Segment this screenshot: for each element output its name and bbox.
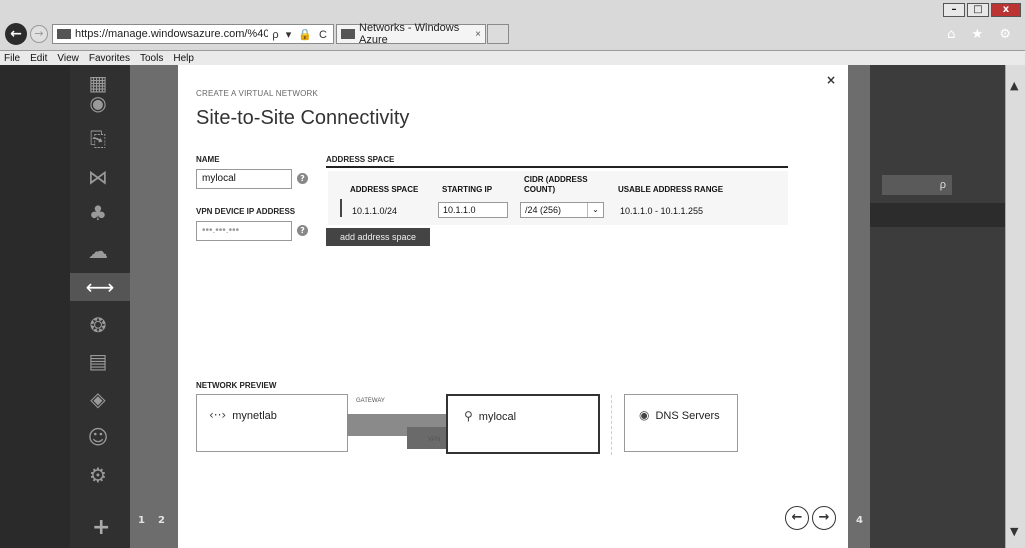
- scroll-down-icon[interactable]: ▼: [1010, 525, 1018, 538]
- cell-usable-range: 10.1.1.0 - 10.1.1.255: [620, 206, 704, 216]
- cloud-service-icon[interactable]: ◉: [84, 89, 112, 117]
- col-starting-ip: STARTING IP: [442, 185, 493, 194]
- address-space-table: ADDRESS SPACE STARTING IP CIDR (ADDRESS …: [328, 171, 788, 225]
- col-cidr: CIDR (ADDRESS COUNT): [524, 175, 588, 194]
- col-address-space: ADDRESS SPACE: [350, 185, 419, 194]
- portal-left-pane: [0, 65, 70, 548]
- row-marker: [340, 199, 342, 217]
- menu-favorites[interactable]: Favorites: [89, 53, 130, 64]
- networks-icon[interactable]: ⟷: [70, 273, 130, 301]
- next-arrow-icon[interactable]: →: [812, 506, 836, 530]
- step-1[interactable]: 1: [138, 515, 145, 526]
- window-controls: – □ x: [943, 3, 1021, 17]
- dialog-eyebrow: CREATE A VIRTUAL NETWORK: [196, 89, 319, 98]
- wizard-nav: ← →: [785, 506, 836, 530]
- maximize-button[interactable]: □: [967, 3, 989, 17]
- address-space-rule: [326, 166, 788, 168]
- add-address-space-button[interactable]: add address space: [326, 228, 430, 246]
- browser-toolbar-icons[interactable]: ⌂ ★ ⚙: [947, 27, 1017, 42]
- tab-title: Networks - Windows Azure: [359, 22, 460, 46]
- starting-ip-input[interactable]: 10.1.1.0: [438, 202, 508, 218]
- name-label: NAME: [196, 155, 220, 164]
- cidr-select[interactable]: /24 (256) ⌄: [520, 202, 604, 218]
- preview-dns-box: ◉ DNS Servers: [624, 394, 738, 452]
- browser-tab[interactable]: Networks - Windows Azure ×: [336, 22, 486, 46]
- back-button[interactable]: ←: [5, 23, 27, 45]
- portal-right-bar: [870, 203, 1005, 227]
- traffic-icon[interactable]: ❂: [84, 311, 112, 339]
- vpn-connector: [407, 427, 447, 449]
- network-icon: ‹··›: [209, 408, 227, 422]
- screen: – □ x ← → https://manage.windowsazure.co…: [0, 0, 1025, 548]
- close-window-button[interactable]: x: [991, 3, 1021, 17]
- wizard-steps-right: 4: [848, 65, 870, 548]
- menu-edit[interactable]: Edit: [30, 53, 47, 64]
- settings-icon[interactable]: ⚙: [84, 461, 112, 489]
- url-text: https://manage.windowsazure.com/%40micro…: [75, 28, 269, 40]
- preview-dns-name: DNS Servers: [655, 410, 720, 422]
- chevron-down-icon[interactable]: ⌄: [587, 203, 603, 217]
- forward-button[interactable]: →: [30, 25, 48, 43]
- cell-address-space: 10.1.1.0/24: [352, 206, 398, 216]
- location-pin-icon: ⚲: [464, 409, 473, 423]
- preview-dns: ◉ DNS Servers: [639, 408, 720, 422]
- create-network-dialog: × CREATE A VIRTUAL NETWORK Site-to-Site …: [178, 65, 848, 548]
- new-add-icon[interactable]: +: [92, 515, 110, 540]
- portal-right-pane: ρ: [870, 65, 1005, 548]
- users-icon[interactable]: ☺: [84, 423, 112, 451]
- preview-network-name: mynetlab: [232, 410, 277, 422]
- vpn-ip-field[interactable]: •••.•••.•••: [196, 221, 292, 241]
- name-field[interactable]: mylocal: [196, 169, 292, 189]
- calendar-icon[interactable]: ▤: [84, 347, 112, 375]
- back-arrow-icon[interactable]: ←: [785, 506, 809, 530]
- browser-chrome: – □ x ← → https://manage.windowsazure.co…: [0, 0, 1025, 51]
- dns-icon: ◉: [639, 408, 650, 422]
- tree-icon[interactable]: ♣: [84, 199, 112, 227]
- col-usable-range: USABLE ADDRESS RANGE: [618, 185, 724, 194]
- menu-tools[interactable]: Tools: [140, 53, 163, 64]
- tab-close-icon[interactable]: ×: [475, 29, 481, 40]
- dialog-title: Site-to-Site Connectivity: [196, 107, 410, 129]
- address-bar-icons[interactable]: ρ ▾ 🔒 C: [272, 28, 329, 41]
- vpn-ip-label: VPN DEVICE IP ADDRESS: [196, 207, 296, 216]
- diamond-icon[interactable]: ◈: [84, 385, 112, 413]
- dialog-close-icon[interactable]: ×: [826, 73, 836, 87]
- cidr-value: /24 (256): [525, 205, 562, 215]
- portal-search-icon[interactable]: ρ: [882, 175, 952, 195]
- preview-network-box: ‹··› mynetlab: [196, 394, 348, 452]
- menu-view[interactable]: View: [57, 53, 79, 64]
- menu-help[interactable]: Help: [173, 53, 194, 64]
- menu-file[interactable]: File: [4, 53, 20, 64]
- site-favicon-icon: [57, 29, 71, 39]
- step-2[interactable]: 2: [158, 515, 165, 526]
- vpn-help-icon[interactable]: ?: [297, 225, 308, 236]
- cloud-icon[interactable]: ☁: [84, 237, 112, 265]
- portal-nav: ▦ ◉ ⎘ ⋈ ♣ ☁ ⟷ ❂ ▤ ◈ ☺ ⚙ +: [70, 65, 130, 548]
- vpn-label: VPN: [428, 437, 441, 443]
- minimize-button[interactable]: –: [943, 3, 965, 17]
- name-help-icon[interactable]: ?: [297, 173, 308, 184]
- new-tab-button[interactable]: [487, 24, 509, 44]
- menu-bar: File Edit View Favorites Tools Help: [0, 51, 1025, 65]
- network-preview-label: NETWORK PREVIEW: [196, 381, 277, 390]
- page-scrollbar[interactable]: ▲ ▼: [1005, 65, 1025, 548]
- address-space-label: ADDRESS SPACE: [326, 155, 395, 164]
- wizard-steps-left: 1 2: [130, 65, 178, 548]
- database-icon[interactable]: ⎘: [84, 125, 112, 153]
- preview-local: ⚲ mylocal: [464, 409, 516, 423]
- step-4[interactable]: 4: [856, 515, 863, 526]
- preview-local-name: mylocal: [478, 411, 517, 423]
- preview-divider: [611, 395, 612, 455]
- media-icon[interactable]: ⋈: [84, 163, 112, 191]
- preview-network: ‹··› mynetlab: [209, 408, 277, 422]
- scroll-up-icon[interactable]: ▲: [1010, 79, 1018, 92]
- preview-local-box: ⚲ mylocal: [446, 394, 600, 454]
- tab-favicon-icon: [341, 29, 355, 39]
- gateway-label: GATEWAY: [356, 398, 385, 404]
- address-bar[interactable]: https://manage.windowsazure.com/%40micro…: [52, 24, 334, 44]
